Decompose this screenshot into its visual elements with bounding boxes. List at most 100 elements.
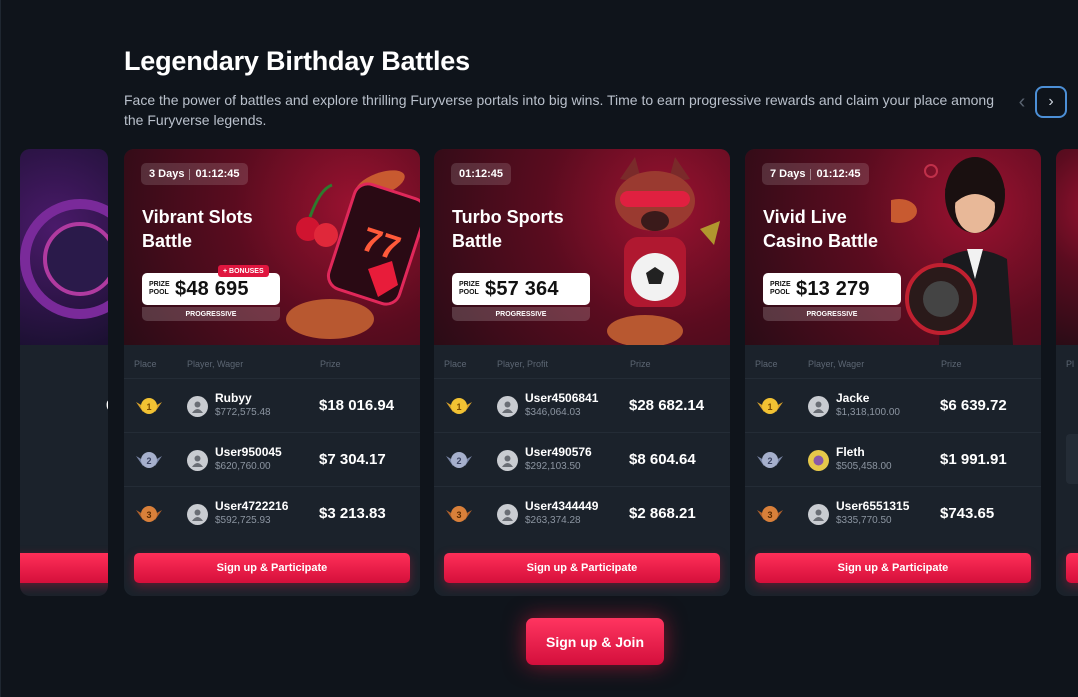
avatar	[187, 396, 208, 417]
sign-up-participate-button[interactable]	[20, 553, 108, 583]
prize-amount: $6 639.72	[940, 397, 1007, 414]
column-prize: Prize	[941, 359, 962, 369]
gold-medal-icon: 1	[446, 398, 472, 414]
column-prize: Prize	[630, 359, 651, 369]
sign-up-participate-button[interactable]: Sign up & Participate	[134, 553, 410, 583]
battle-name: Turbo Sports Battle	[452, 207, 564, 251]
gold-medal-icon: 1	[757, 398, 783, 414]
sign-up-participate-button[interactable]: Sign up & Participate	[755, 553, 1031, 583]
battle-card-partial-left: 0	[20, 149, 108, 596]
sign-up-participate-button[interactable]	[1066, 553, 1078, 583]
leaderboard-row: 1 User4506841 $346,064.03 $28 682.14	[434, 378, 730, 432]
prize-pool-amount: $48 695	[175, 277, 249, 300]
avatar	[187, 504, 208, 525]
svg-text:2: 2	[456, 456, 461, 466]
avatar	[808, 450, 829, 471]
user-icon	[192, 455, 203, 467]
battle-name: Vibrant Slots Battle	[142, 207, 253, 251]
player-name: User4344449	[525, 499, 599, 513]
leaderboard-row: 1 Jacke $1,318,100.00 $6 639.72	[745, 378, 1041, 432]
column-player: Player, Wager	[187, 359, 244, 369]
player-wager: $505,458.00	[836, 461, 892, 472]
battle-name: Vivid Live Casino Battle	[763, 207, 879, 251]
prize-amount: $1 991.91	[940, 451, 1007, 468]
column-prize: Prize	[320, 359, 341, 369]
prize-fragment: 0	[106, 397, 108, 414]
user-icon	[813, 401, 824, 413]
player-profit: $346,064.03	[525, 407, 581, 418]
carousel-next-button[interactable]: ›	[1035, 86, 1067, 118]
prize-pool-amount: $13 279	[796, 277, 870, 300]
user-icon	[192, 401, 203, 413]
bronze-medal-icon: 3	[446, 506, 472, 522]
leaderboard-header: Place Player, Wager Prize	[124, 359, 420, 373]
progressive-label: PROGRESSIVE	[142, 307, 280, 321]
timer-days: 3 Days	[149, 168, 185, 180]
leaderboard-row: 2 User950045 $620,760.00 $7 304.17	[124, 432, 420, 486]
prize-pool-amount: $57 364	[485, 277, 559, 300]
sign-up-join-button[interactable]: Sign up & Join	[526, 618, 664, 665]
silver-medal-icon: 2	[136, 452, 162, 468]
column-player: Player, Profit	[497, 359, 549, 369]
progressive-label: PROGRESSIVE	[763, 307, 901, 321]
column-place: Place	[134, 359, 157, 369]
user-icon	[192, 509, 203, 521]
custom-avatar-icon	[813, 455, 824, 466]
row-fragment	[1066, 434, 1078, 484]
player-name: User4722216	[215, 499, 289, 513]
prize-pool-box: PRIZE POOL $13 279	[763, 273, 901, 305]
player-wager: $592,725.93	[215, 515, 271, 526]
raccoon-mascot-art-icon	[607, 157, 720, 345]
timer-time: 01:12:45	[459, 168, 504, 180]
avatar	[187, 450, 208, 471]
bonus-badge: + BONUSES	[218, 265, 269, 277]
chevron-right-icon: ›	[1048, 93, 1054, 110]
svg-text:2: 2	[146, 456, 151, 466]
svg-text:2: 2	[767, 456, 772, 466]
player-wager: $772,575.48	[215, 407, 271, 418]
prize-amount: $3 213.83	[319, 505, 386, 522]
player-name: Jacke	[836, 391, 870, 405]
player-wager: $620,760.00	[215, 461, 271, 472]
prize-pool-label: PRIZE POOL	[149, 281, 170, 296]
player-wager: $335,770.50	[836, 515, 892, 526]
svg-text:1: 1	[146, 402, 151, 412]
prize-amount: $743.65	[940, 505, 995, 522]
column-place: Place	[444, 359, 467, 369]
column-place: Place	[755, 359, 778, 369]
leaderboard-row: 3 User6551315 $335,770.50 $743.65	[745, 486, 1041, 540]
player-name: Fleth	[836, 445, 865, 459]
user-icon	[502, 401, 513, 413]
slot-machine-art-icon: 77	[286, 170, 420, 339]
leaderboard-row: 2 Fleth $505,458.00 $1 991.91	[745, 432, 1041, 486]
carousel-prev-button[interactable]: ‹	[1012, 89, 1032, 115]
leaderboard-row: 3 User4344449 $263,374.28 $2 868.21	[434, 486, 730, 540]
sign-up-participate-button[interactable]: Sign up & Participate	[444, 553, 720, 583]
avatar	[497, 450, 518, 471]
svg-text:3: 3	[767, 510, 772, 520]
progressive-label: PROGRESSIVE	[452, 307, 590, 321]
user-icon	[813, 509, 824, 521]
prize-amount: $2 868.21	[629, 505, 696, 522]
timer-time: 01:12:45	[195, 168, 240, 180]
player-profit: $292,103.50	[525, 461, 581, 472]
prize-pool-box: PRIZE POOL $57 364	[452, 273, 590, 305]
leaderboard-row: 2 User490576 $292,103.50 $8 604.64	[434, 432, 730, 486]
leaderboard-header: Place Player, Profit Prize	[434, 359, 730, 373]
leaderboard-row: 3 User4722216 $592,725.93 $3 213.83	[124, 486, 420, 540]
card-banner	[1056, 149, 1078, 345]
slot-art-icon	[20, 199, 108, 319]
column-place-fragment: Pl	[1066, 359, 1075, 369]
countdown-timer: 7 Days 01:12:45	[762, 163, 869, 185]
avatar	[808, 396, 829, 417]
battle-card: 77 3 Days 01:12:45 Vibrant Slots Battle …	[124, 149, 420, 596]
battle-card: 7 Days 01:12:45 Vivid Live Casino Battle…	[745, 149, 1041, 596]
page-title: Legendary Birthday Battles	[124, 46, 470, 76]
column-player: Player, Wager	[808, 359, 865, 369]
prize-amount: $28 682.14	[629, 397, 705, 414]
svg-text:3: 3	[146, 510, 151, 520]
leaderboard-row: 1 Rubyy $772,575.48 $18 016.94	[124, 378, 420, 432]
timer-time: 01:12:45	[816, 168, 861, 180]
battle-card: 01:12:45 Turbo Sports Battle PRIZE POOL …	[434, 149, 730, 596]
battle-card-partial-right: Pl	[1056, 149, 1078, 596]
